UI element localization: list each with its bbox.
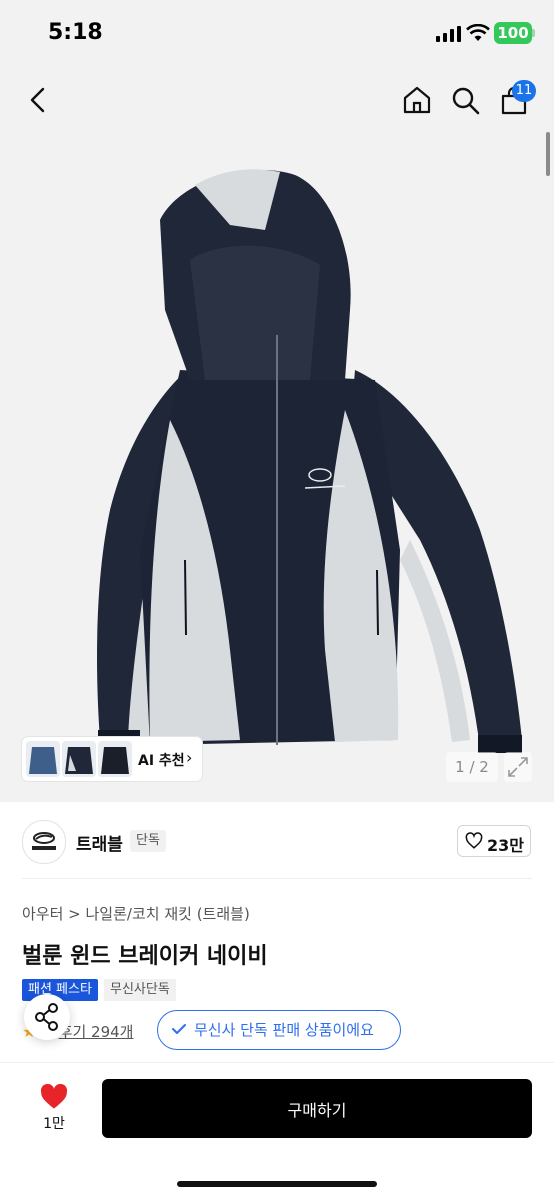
wifi-icon [466,24,490,41]
battery-indicator: 100 [494,22,532,44]
thumbnail-2[interactable] [62,741,96,777]
wish-count: 1만 [43,1116,65,1132]
jacket-thumbnail-black [101,747,129,774]
back-icon[interactable] [26,86,50,114]
travel-logo-icon [32,832,56,850]
brand-name[interactable]: 트래블 [76,830,123,855]
search-icon[interactable] [451,86,481,116]
home-icon[interactable] [402,85,432,115]
exclusive-tag: 단독 [130,830,166,852]
exclusive-toast-text: 무신사 단독 판매 상품이에요 [194,1021,374,1039]
heart-filled-icon[interactable] [40,1084,68,1110]
section-divider [22,878,532,879]
jacket-illustration [97,169,522,753]
musinsa-exclusive-badge: 무신사단독 [104,979,176,1001]
thumbnail-1[interactable] [26,741,60,777]
battery-tip [532,29,535,37]
check-icon [172,1024,186,1034]
product-image[interactable] [0,130,554,802]
share-button[interactable] [24,994,70,1040]
share-icon [35,1003,58,1031]
cart-count-badge: 11 [512,80,536,102]
brand-like-count: 23만 [487,836,524,855]
thumbnail-3[interactable] [98,741,132,777]
expand-button[interactable] [504,752,532,782]
jacket-thumbnail-blue [29,747,57,774]
home-indicator [177,1181,377,1187]
product-title: 벌룬 윈드 브레이커 네이비 [22,944,268,969]
buy-button[interactable]: 구매하기 [102,1079,532,1138]
chevron-right-icon: › [186,748,193,767]
expand-icon [508,757,528,777]
image-counter: 1 / 2 [446,752,498,782]
brand-logo[interactable] [22,820,66,864]
jacket-thumbnail-navy [65,747,93,774]
page-scrollbar[interactable] [546,132,550,176]
cellular-signal-icon [436,26,461,42]
heart-outline-icon [465,832,483,849]
category-breadcrumb[interactable]: 아우터 > 나일론/코치 재킷 (트래블) [22,903,250,924]
status-time: 5:18 [48,20,103,45]
ai-recommend-label: AI 추천 [138,753,185,769]
